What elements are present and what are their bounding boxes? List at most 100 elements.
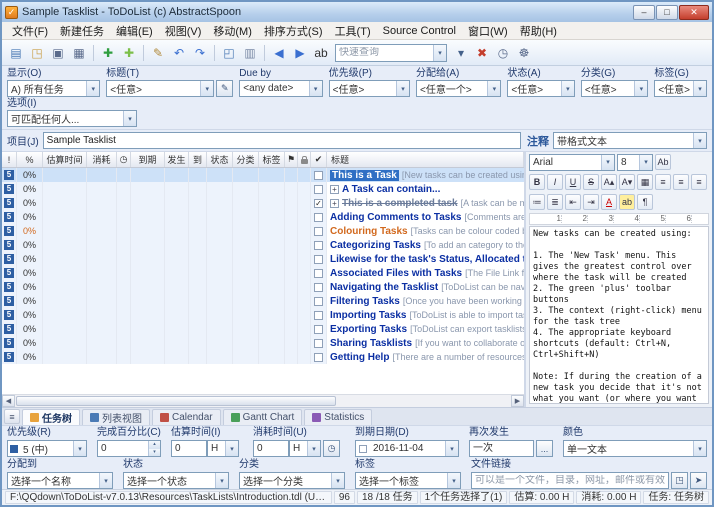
tab-strip-button[interactable]: ≡ (4, 409, 20, 424)
task-row[interactable]: 50%Associated Files with Tasks[The File … (2, 266, 524, 280)
highlight-button[interactable]: ab (619, 194, 635, 210)
percent-spinner[interactable]: 0 ▴▾ (97, 440, 161, 457)
task-checkbox[interactable] (314, 269, 323, 278)
font-size-select[interactable]: 8 ▾ (617, 154, 653, 171)
tags-select[interactable]: 选择一个标签 ▾ (355, 472, 461, 489)
task-row[interactable]: 50%Navigating the Tasklist[ToDoList can … (2, 280, 524, 294)
insert-image-button[interactable]: ▦ (637, 174, 653, 190)
open-tasklist-icon[interactable]: ◳ (27, 43, 47, 63)
outdent-button[interactable]: ⇤ (565, 194, 581, 210)
column-header[interactable]: 到 (189, 152, 207, 167)
titlebar[interactable]: ✓ Sample Tasklist - ToDoList (c) Abstrac… (2, 2, 712, 22)
lock-icon[interactable] (298, 152, 311, 167)
spinner-up-icon[interactable]: ▴ (149, 441, 160, 449)
due-date-checkbox[interactable] (359, 445, 367, 453)
column-header[interactable]: 标题 (327, 152, 524, 167)
edit-task-icon[interactable]: ✎ (148, 43, 168, 63)
filter-icon[interactable]: ▾ (451, 43, 471, 63)
close-button[interactable]: ✕ (679, 5, 709, 20)
clock-icon[interactable]: ◷ (117, 152, 131, 167)
menu-item[interactable]: 帮助(H) (514, 22, 563, 40)
numbered-list-button[interactable]: ≣ (547, 194, 563, 210)
filter-options-select[interactable]: 可匹配任何人... ▾ (7, 110, 137, 127)
task-checkbox[interactable] (314, 227, 323, 236)
tab-calendar[interactable]: Calendar (152, 409, 221, 425)
menu-item[interactable]: 新建任务 (54, 22, 110, 40)
task-row[interactable]: 50%Sharing Tasklists[If you want to coll… (2, 336, 524, 350)
filter-dueby-select[interactable]: <any date> ▾ (239, 80, 322, 97)
scrollbar-thumb[interactable] (16, 396, 336, 406)
paragraph-button[interactable]: ¶ (637, 194, 653, 210)
task-checkbox[interactable]: ✓ (314, 199, 323, 208)
flag-icon[interactable]: ⚑ (285, 152, 298, 167)
task-checkbox[interactable] (314, 241, 323, 250)
indent-button[interactable]: ⇥ (583, 194, 599, 210)
save-tasklist-icon[interactable]: ▣ (48, 43, 68, 63)
tab-gantt-chart[interactable]: Gantt Chart (223, 409, 303, 425)
task-checkbox[interactable] (314, 297, 323, 306)
task-row[interactable]: 50%Exporting Tasks[ToDoList can export t… (2, 322, 524, 336)
align-center-button[interactable]: ≡ (673, 174, 689, 190)
color-select[interactable]: 单一文本 ▾ (563, 440, 707, 457)
filter-category-select[interactable]: <任意> ▾ (581, 80, 648, 97)
spent-time-unit-select[interactable]: H ▾ (289, 440, 321, 457)
align-right-button[interactable]: ≡ (691, 174, 707, 190)
task-row[interactable]: 50%✓+This is a completed task[A task can… (2, 196, 524, 210)
new-subtask-icon[interactable]: ✚ (119, 43, 139, 63)
column-header[interactable]: 状态 (207, 152, 233, 167)
grow-font-button[interactable]: A▴ (601, 174, 617, 190)
scroll-right-icon[interactable]: ▶ (511, 395, 524, 407)
next-task-icon[interactable]: ▶ (290, 43, 310, 63)
task-checkbox[interactable] (314, 325, 323, 334)
column-header[interactable]: 分类 (233, 152, 259, 167)
task-row[interactable]: 50%Likewise for the task's Status, Alloc… (2, 252, 524, 266)
project-name-field[interactable]: Sample Tasklist (43, 132, 521, 149)
font-dialog-button[interactable]: Ab (655, 154, 671, 170)
task-row[interactable]: 50%Colouring Tasks[Tasks can be colour c… (2, 224, 524, 238)
horizontal-scrollbar[interactable]: ◀ ▶ (2, 394, 524, 407)
spent-time-input[interactable]: 0 (253, 440, 289, 457)
est-time-unit-select[interactable]: H ▾ (207, 440, 239, 457)
browse-file-button[interactable]: ◳ (671, 472, 688, 489)
tab-statistics[interactable]: Statistics (304, 409, 372, 425)
shrink-font-button[interactable]: A▾ (619, 174, 635, 190)
copy-task-icon[interactable]: ▥ (240, 43, 260, 63)
open-link-button[interactable]: ➤ (690, 472, 707, 489)
menu-item[interactable]: 文件(F) (6, 22, 54, 40)
menu-item[interactable]: 视图(V) (159, 22, 208, 40)
spellcheck-icon[interactable]: ab (311, 43, 331, 63)
status-select[interactable]: 选择一个状态 ▾ (123, 472, 229, 489)
menu-item[interactable]: 编辑(E) (110, 22, 159, 40)
reminder-icon[interactable]: ◷ (493, 43, 513, 63)
column-header[interactable]: 估算时间 (43, 152, 87, 167)
task-checkbox[interactable] (314, 213, 323, 222)
chevron-down-icon[interactable]: ▾ (433, 45, 446, 61)
quick-search-input[interactable] (336, 47, 433, 58)
recurrence-field[interactable]: 一次 (469, 440, 534, 457)
font-family-select[interactable]: Arial ▾ (529, 154, 615, 171)
new-tasklist-icon[interactable]: ▤ (6, 43, 26, 63)
due-date-picker[interactable]: 2016-11-04 ▾ (355, 440, 459, 457)
filter-title-select[interactable]: <任意> ▾ (106, 80, 214, 97)
scroll-left-icon[interactable]: ◀ (2, 395, 15, 407)
italic-button[interactable]: I (547, 174, 563, 190)
comments-text[interactable]: New tasks can be created using: 1. The '… (529, 226, 709, 404)
preferences-icon[interactable]: ☸ (514, 43, 534, 63)
tab-task-tree[interactable]: 任务树 (22, 409, 80, 425)
category-select[interactable]: 选择一个分类 ▾ (239, 472, 345, 489)
align-left-button[interactable]: ≡ (655, 174, 671, 190)
filter-tag-select[interactable]: <任意> ▾ (654, 80, 707, 97)
filter-status-select[interactable]: <任意> ▾ (507, 80, 574, 97)
task-checkbox[interactable] (314, 255, 323, 264)
maximize-button[interactable]: □ (656, 5, 678, 20)
maximize-view-icon[interactable]: ◰ (219, 43, 239, 63)
expand-icon[interactable]: + (330, 185, 339, 194)
est-time-input[interactable]: 0 (171, 440, 207, 457)
column-header[interactable]: % (17, 152, 43, 167)
task-checkbox[interactable] (314, 185, 323, 194)
prev-task-icon[interactable]: ◀ (269, 43, 289, 63)
strikethrough-button[interactable]: S (583, 174, 599, 190)
check-icon[interactable]: ✔ (311, 152, 327, 167)
spinner-arrows[interactable]: ▴▾ (148, 441, 160, 456)
filter-allocto-select[interactable]: <任意一个> ▾ (416, 80, 501, 97)
